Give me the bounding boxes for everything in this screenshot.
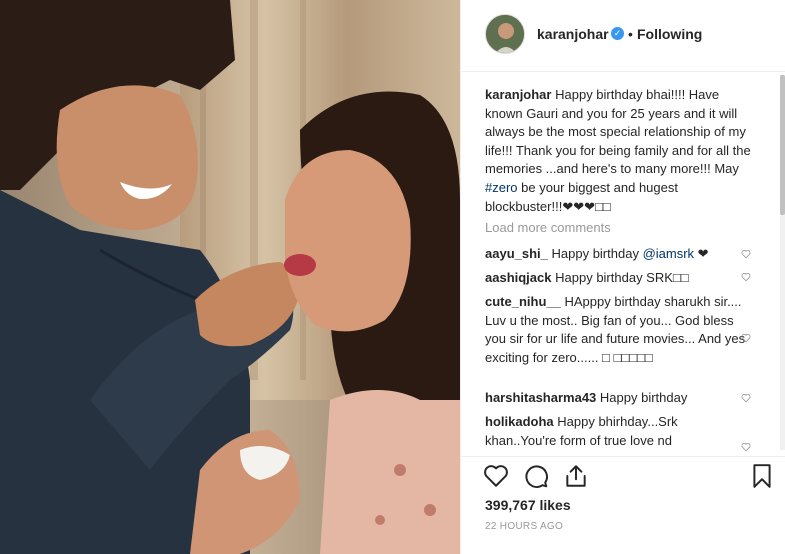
heart-icon[interactable] [483, 463, 509, 489]
comment-item: holikadoha Happy bhirhday...Srk khan..Yo… [485, 413, 747, 449]
bookmark-icon[interactable] [749, 463, 775, 489]
comment-bubble-icon[interactable] [523, 463, 549, 489]
avatar-image [486, 15, 524, 53]
scrollbar-thumb[interactable] [780, 75, 785, 215]
post-sidebar: karanjohar ✓ • Following karanjohar Happ… [460, 0, 785, 554]
comment-like-heart-icon[interactable] [741, 333, 751, 343]
comment-text: Happy birthday [551, 246, 643, 261]
comment-item: aashiqjack Happy birthday SRK□□ [485, 269, 747, 288]
following-button[interactable]: Following [637, 26, 702, 42]
avatar[interactable] [485, 14, 525, 54]
header-separator: • [628, 26, 633, 42]
comment-item: harshitasharma43 Happy birthday [485, 389, 747, 408]
post-photo[interactable] [0, 0, 460, 554]
comment-item: aayu_shi_ Happy birthday @iamsrk ❤ [485, 245, 747, 264]
caption-author[interactable]: karanjohar [485, 87, 551, 102]
header-username[interactable]: karanjohar [537, 26, 609, 42]
comment-author[interactable]: holikadoha [485, 414, 554, 429]
comment-like-heart-icon[interactable] [741, 249, 751, 259]
comment-like-heart-icon[interactable] [741, 442, 751, 452]
caption-hashtag[interactable]: #zero [485, 180, 518, 195]
comment-like-heart-icon[interactable] [741, 393, 751, 403]
comment-mention[interactable]: @iamsrk [643, 246, 694, 261]
comment-suffix: ❤ [694, 246, 709, 261]
comment-like-heart-icon[interactable] [741, 272, 751, 282]
comment-text: Happy birthday SRK□□ [555, 270, 689, 285]
comment-author[interactable]: aashiqjack [485, 270, 552, 285]
post-timestamp[interactable]: 22 HOURS AGO [485, 521, 563, 532]
caption: karanjohar Happy birthday bhai!!!! Have … [485, 86, 755, 216]
load-more-comments-button[interactable]: Load more comments [485, 220, 611, 235]
comment-author[interactable]: aayu_shi_ [485, 246, 548, 261]
share-icon[interactable] [563, 463, 589, 489]
post-photo-image [0, 0, 460, 554]
comment-author[interactable]: harshitasharma43 [485, 390, 596, 405]
comments-scrollbar[interactable] [780, 75, 785, 450]
likes-count[interactable]: 399,767 likes [485, 497, 571, 513]
verified-badge-icon: ✓ [611, 27, 624, 40]
comment-text: Happy birthday [599, 390, 688, 405]
post-header: karanjohar ✓ • Following [461, 0, 785, 72]
comment-author[interactable]: cute_nihu__ [485, 294, 561, 309]
action-bar [461, 456, 785, 497]
comment-item: cute_nihu__ HApppy birthday sharukh sir.… [485, 293, 747, 367]
